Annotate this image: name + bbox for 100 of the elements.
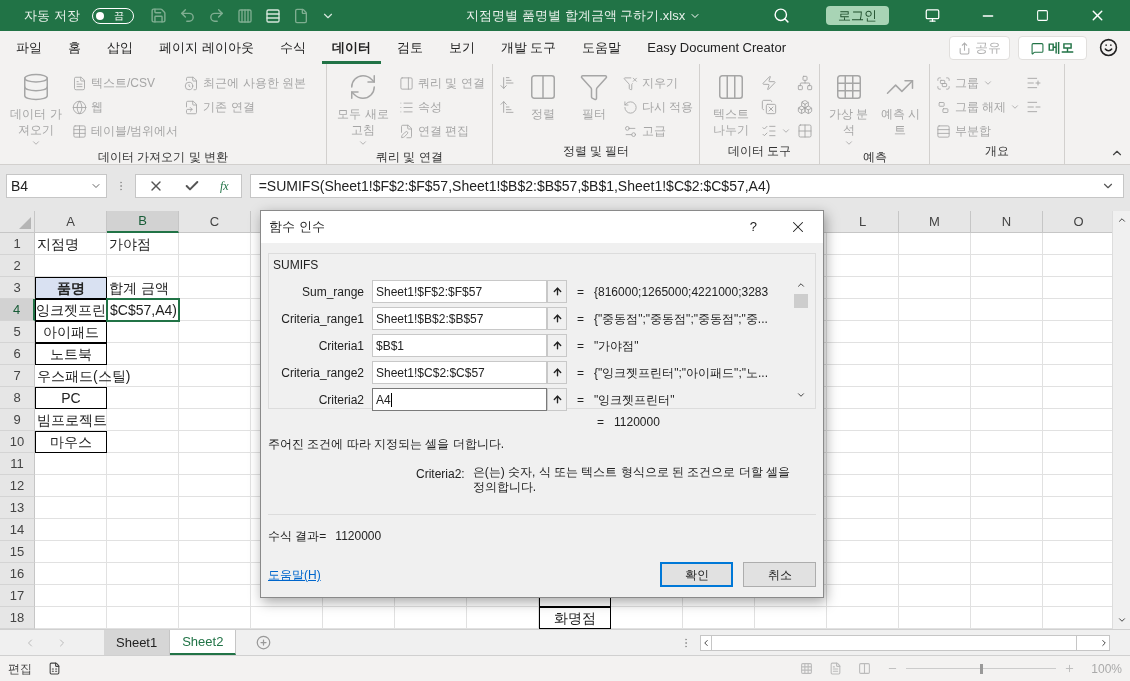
row-header[interactable]: 14 bbox=[0, 519, 35, 541]
scroll-up-icon[interactable] bbox=[796, 280, 806, 290]
login-button[interactable]: 로그인 bbox=[826, 6, 889, 25]
database-icon bbox=[21, 72, 51, 102]
column-header[interactable]: C bbox=[179, 211, 251, 233]
row-header[interactable]: 18 bbox=[0, 607, 35, 629]
argument-result: {"중동점";"중동점";"중동점";"중... bbox=[594, 310, 768, 328]
up-arrow-icon bbox=[551, 340, 563, 351]
edit-file-icon bbox=[399, 123, 414, 139]
horizontal-scrollbar[interactable] bbox=[700, 634, 1110, 651]
collapse-button[interactable] bbox=[547, 334, 567, 357]
row-header[interactable]: 4 bbox=[0, 299, 35, 321]
column-header[interactable]: N bbox=[971, 211, 1043, 233]
scroll-left-icon[interactable] bbox=[701, 637, 711, 648]
argument-label: Criteria1 bbox=[317, 337, 365, 355]
column-header[interactable]: M bbox=[899, 211, 971, 233]
row-header[interactable]: 8 bbox=[0, 387, 35, 409]
collapse-button[interactable] bbox=[547, 388, 567, 411]
macro-icon[interactable] bbox=[48, 662, 61, 675]
file-icon[interactable] bbox=[292, 7, 309, 24]
menu-tab[interactable]: 삽입 bbox=[97, 34, 143, 64]
argument-field[interactable]: Sheet1!$F$2:$F$57 bbox=[372, 280, 547, 303]
collapse-button[interactable] bbox=[547, 280, 567, 303]
menu-tab[interactable]: 도움말 bbox=[572, 34, 632, 64]
row-header[interactable]: 11 bbox=[0, 453, 35, 475]
table-cell: 아이패드 bbox=[35, 321, 107, 343]
undo-icon[interactable] bbox=[178, 7, 196, 24]
smiley-icon[interactable] bbox=[1099, 38, 1118, 57]
sheet-tab[interactable]: Sheet1 bbox=[104, 630, 171, 655]
row-header[interactable]: 12 bbox=[0, 475, 35, 497]
up-arrow-icon bbox=[551, 286, 563, 297]
row-header[interactable]: 15 bbox=[0, 541, 35, 563]
row-header[interactable]: 2 bbox=[0, 255, 35, 277]
collapse-button[interactable] bbox=[547, 307, 567, 330]
collapse-button[interactable] bbox=[547, 361, 567, 384]
menu-tab[interactable]: 수식 bbox=[269, 34, 316, 64]
row-header[interactable]: 1 bbox=[0, 233, 35, 255]
autosave-label: 자동 저장 bbox=[24, 6, 80, 25]
menu-tab[interactable]: 개발 도구 bbox=[490, 34, 567, 64]
table-cell: $C$57,A4) bbox=[107, 299, 179, 321]
menu-tab[interactable]: Easy Document Creator bbox=[637, 34, 796, 64]
row-header[interactable]: 6 bbox=[0, 343, 35, 365]
remove-duplicates-icon bbox=[761, 99, 777, 115]
column-header[interactable]: L bbox=[827, 211, 899, 233]
scroll-down-icon[interactable] bbox=[796, 390, 806, 400]
row-header[interactable]: 13 bbox=[0, 497, 35, 519]
table-cell: PC bbox=[35, 387, 107, 409]
table-cell: 화명점 bbox=[539, 607, 611, 629]
row-header[interactable]: 16 bbox=[0, 563, 35, 585]
argument-field[interactable]: Sheet1!$B$2:$B$57 bbox=[372, 307, 547, 330]
column-header[interactable]: B bbox=[107, 211, 179, 233]
page-break-icon[interactable] bbox=[858, 662, 872, 675]
search-icon[interactable] bbox=[773, 7, 790, 24]
insert-function-button[interactable]: fx bbox=[220, 177, 229, 195]
show-detail-icon bbox=[1026, 75, 1043, 91]
menu-tab[interactable]: 검토 bbox=[386, 34, 433, 64]
argument-field[interactable]: Sheet1!$C$2:$C$57 bbox=[372, 361, 547, 384]
vertical-scrollbar[interactable] bbox=[1112, 211, 1130, 629]
zoom-slider-thumb[interactable] bbox=[980, 663, 984, 674]
page-layout-icon[interactable] bbox=[829, 662, 843, 675]
formula-field[interactable]: =SUMIFS(Sheet1!$F$2:$F$57,Sheet1!$B$2:$B$57,$B$1,Sheet1!$C$2:$C$57,A4) bbox=[249, 174, 1124, 198]
maximize-icon[interactable] bbox=[1036, 9, 1049, 22]
save-icon[interactable] bbox=[149, 7, 167, 24]
argument-label: Criteria_range2 bbox=[280, 364, 365, 382]
zoom-slider[interactable] bbox=[906, 663, 1057, 674]
scroll-up-icon[interactable] bbox=[1116, 215, 1127, 225]
row-header[interactable]: 3 bbox=[0, 277, 35, 299]
consolidate-icon bbox=[797, 75, 813, 91]
help-button[interactable]: ? bbox=[749, 217, 757, 237]
scroll-right-icon[interactable] bbox=[1099, 637, 1109, 648]
rows-icon[interactable] bbox=[264, 7, 281, 24]
ribbon-display-icon[interactable] bbox=[925, 8, 940, 23]
dialog-button[interactable]: 취소 bbox=[743, 562, 816, 587]
sort-ascending-icon bbox=[499, 75, 515, 91]
help-link[interactable]: 도움말(H) bbox=[268, 565, 321, 584]
dialog-scrollbar[interactable] bbox=[793, 280, 809, 400]
menu-tab[interactable]: 홈 bbox=[58, 34, 91, 64]
add-sheet-icon[interactable] bbox=[256, 635, 272, 650]
row-header[interactable]: 10 bbox=[0, 431, 35, 453]
redo-icon[interactable] bbox=[207, 7, 225, 24]
dialog-button[interactable]: 확인 bbox=[660, 562, 733, 587]
normal-view-icon[interactable] bbox=[800, 662, 814, 675]
row-header[interactable]: 9 bbox=[0, 409, 35, 431]
table-icon[interactable] bbox=[236, 7, 253, 24]
scroll-thumb[interactable] bbox=[794, 294, 808, 308]
argument-field[interactable]: $B$1 bbox=[372, 334, 547, 357]
row-header[interactable]: 7 bbox=[0, 365, 35, 387]
argument-field[interactable]: A4 bbox=[372, 388, 547, 411]
row-header[interactable]: 17 bbox=[0, 585, 35, 607]
memo-button[interactable]: 메모 bbox=[1018, 36, 1087, 60]
argument-result: "잉크젯프린터" bbox=[594, 391, 675, 409]
sheet-tab[interactable]: Sheet2 bbox=[170, 630, 237, 655]
menu-tab[interactable]: 페이지 레이아웃 bbox=[149, 34, 264, 64]
menu-tab[interactable]: 파일 bbox=[6, 34, 52, 64]
name-box[interactable]: B4 bbox=[6, 174, 107, 198]
row-header[interactable]: 5 bbox=[0, 321, 35, 343]
scroll-down-icon[interactable] bbox=[1116, 615, 1127, 625]
menu-tab[interactable]: 보기 bbox=[438, 34, 485, 64]
zoom-in-icon[interactable] bbox=[1064, 663, 1076, 674]
linked-file-icon bbox=[184, 99, 200, 115]
